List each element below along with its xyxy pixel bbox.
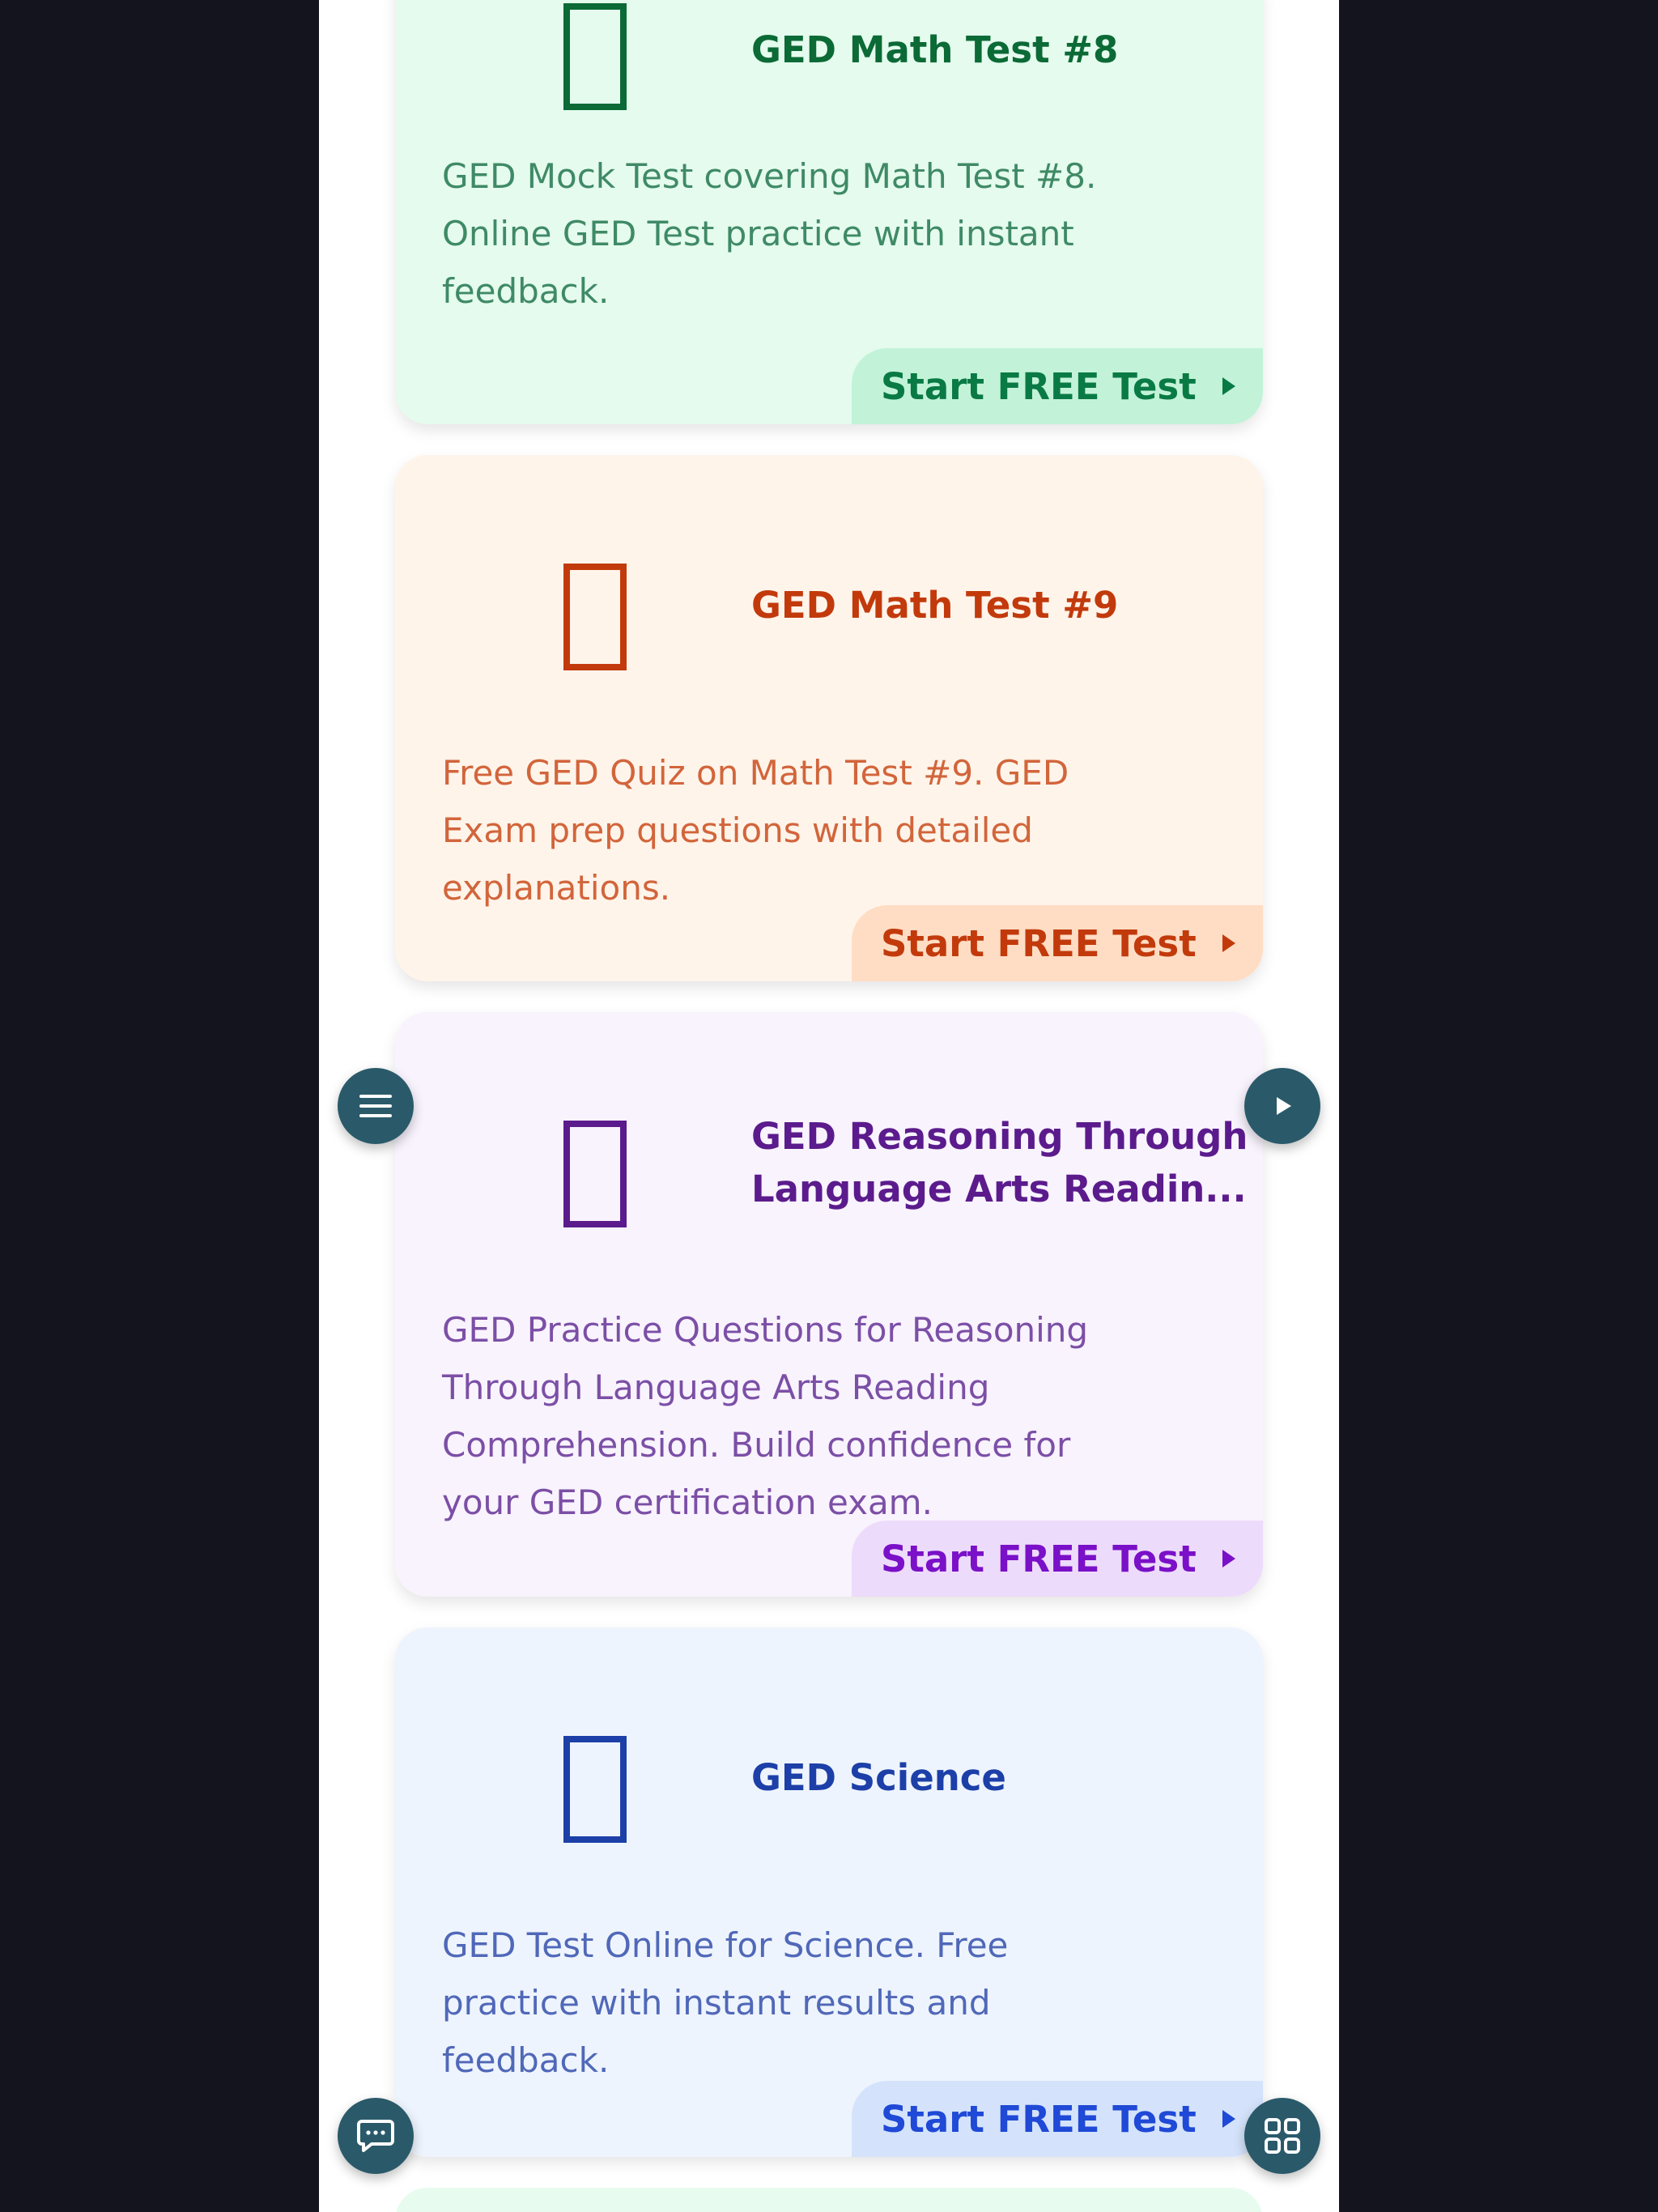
test-card[interactable]: GED Math Test #9 Free GED Quiz on Math T… <box>395 455 1263 981</box>
test-list-page: GED Math Test #8 GED Mock Test covering … <box>319 0 1339 2212</box>
test-card[interactable]: GED Science GED Test Online for Science.… <box>395 1627 1263 2157</box>
play-arrow-icon <box>1222 377 1235 395</box>
start-test-button[interactable]: Start FREE Test <box>852 2081 1263 2157</box>
book-icon <box>563 1121 627 1227</box>
menu-icon <box>359 1095 392 1117</box>
play-button[interactable] <box>1244 1068 1320 1144</box>
test-card[interactable]: GED Math Test #8 GED Mock Test covering … <box>395 0 1263 424</box>
start-test-label: Start FREE Test <box>881 1537 1197 1580</box>
grid-icon <box>1265 2118 1300 2154</box>
book-icon <box>563 564 627 670</box>
start-test-button[interactable]: Start FREE Test <box>852 1521 1263 1597</box>
play-arrow-icon <box>1222 934 1235 952</box>
chat-button[interactable] <box>338 2098 414 2174</box>
start-test-label: Start FREE Test <box>881 921 1197 965</box>
test-card-description: GED Practice Questions for Reasoning Thr… <box>442 1310 1089 1522</box>
test-card-title: GED Math Test #8 <box>751 28 1119 71</box>
next-card-peek <box>395 2188 1263 2212</box>
play-arrow-icon <box>1222 1550 1235 1568</box>
start-test-button[interactable]: Start FREE Test <box>852 348 1263 424</box>
book-icon <box>563 1736 627 1843</box>
test-card-title: GED Math Test #9 <box>751 584 1119 627</box>
chat-icon <box>357 2120 394 2152</box>
test-card-title: GED Science <box>751 1756 1006 1799</box>
test-card-description: GED Test Online for Science. Free practi… <box>442 1925 1009 2080</box>
start-test-button[interactable]: Start FREE Test <box>852 905 1263 981</box>
test-card-title: GED Reasoning Through Language Arts Read… <box>751 1115 1248 1210</box>
menu-button[interactable] <box>338 1068 414 1144</box>
start-test-label: Start FREE Test <box>881 364 1197 408</box>
grid-button[interactable] <box>1244 2098 1320 2174</box>
play-arrow-icon <box>1222 2110 1235 2128</box>
test-card-description: GED Mock Test covering Math Test #8. Onl… <box>442 156 1097 311</box>
test-card[interactable]: GED Reasoning Through Language Arts Read… <box>395 1012 1263 1597</box>
start-test-label: Start FREE Test <box>881 2097 1197 2141</box>
book-icon <box>563 3 627 110</box>
play-icon <box>1277 1097 1291 1115</box>
test-card-description: Free GED Quiz on Math Test #9. GED Exam … <box>442 753 1069 908</box>
